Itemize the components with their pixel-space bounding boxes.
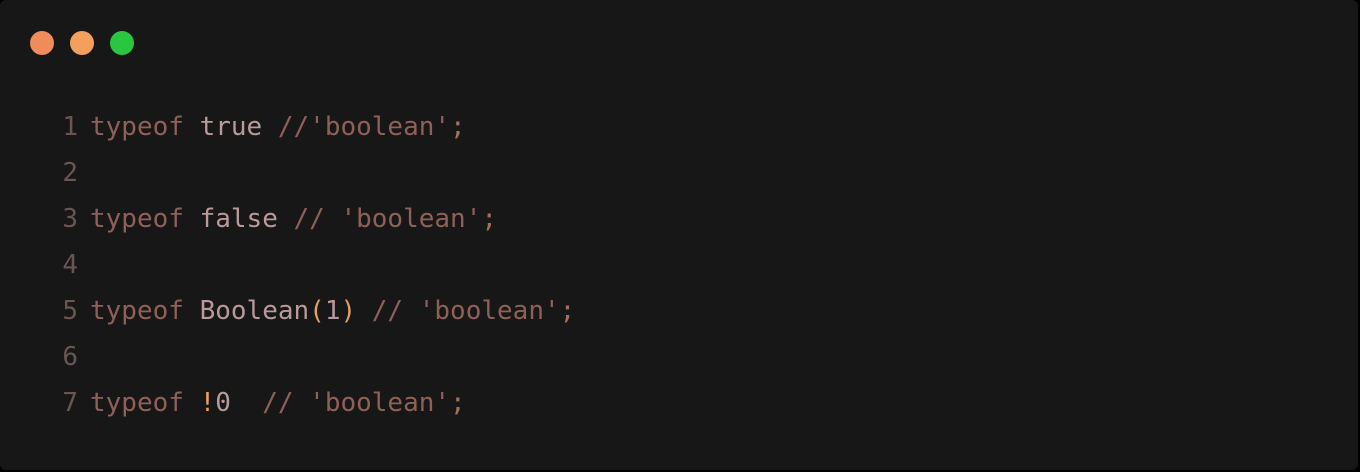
code-token-comment: // 'boolean' (293, 204, 482, 234)
line-number: 1 (62, 112, 78, 142)
code-token-value (231, 380, 262, 426)
code-line: 3 typeof false // 'boolean'; (56, 196, 575, 242)
code-token-paren: ) (340, 296, 357, 326)
maximize-button[interactable] (110, 31, 134, 55)
code-line: 2 (56, 150, 575, 196)
code-token-comment: //'boolean' (277, 112, 451, 142)
window-controls (30, 31, 134, 55)
code-token-value: true (199, 112, 263, 142)
code-window: 1 typeof true //'boolean'; 2 3 typeof false … (0, 0, 1358, 470)
code-token-value (262, 104, 278, 150)
code-token-operator: ! (199, 388, 216, 418)
line-number: 7 (62, 388, 78, 418)
code-token-value (278, 196, 294, 242)
close-button[interactable] (30, 31, 54, 55)
code-line: 6 (56, 334, 575, 380)
code-editor: 1 typeof true //'boolean'; 2 3 typeof false … (56, 104, 575, 426)
code-token-keyword: typeof (90, 296, 184, 326)
line-number: 5 (62, 296, 78, 326)
code-token-punct: ; (450, 388, 466, 418)
code-token-value (184, 380, 200, 426)
code-token-punct: ; (481, 204, 498, 234)
code-token-value (184, 104, 200, 150)
line-number: 2 (62, 158, 78, 188)
code-token-value (184, 196, 200, 242)
code-token-comment: // 'boolean' (262, 388, 451, 418)
line-number: 6 (62, 342, 78, 372)
code-token-number: 0 (215, 388, 231, 418)
line-number: 3 (62, 204, 78, 234)
code-token-value: false (199, 204, 278, 234)
code-line: 1 typeof true //'boolean'; (56, 104, 575, 150)
code-token-value: Boolean (199, 296, 310, 326)
code-token-punct: ; (559, 296, 576, 326)
code-token-value (356, 288, 372, 334)
code-line: 5 typeof Boolean(1) // 'boolean'; (56, 288, 575, 334)
code-token-keyword: typeof (90, 112, 184, 142)
code-line: 7 typeof ! 0 // 'boolean'; (56, 380, 575, 426)
line-number: 4 (62, 250, 78, 280)
minimize-button[interactable] (70, 31, 94, 55)
code-line: 4 (56, 242, 575, 288)
code-token-keyword: typeof (90, 388, 184, 418)
code-token-keyword: typeof (90, 204, 184, 234)
code-token-comment: // 'boolean' (371, 296, 560, 326)
code-token-paren: ( (309, 296, 325, 326)
code-token-punct: ; (450, 112, 466, 142)
code-token-value (184, 288, 200, 334)
code-token-number: 1 (324, 296, 341, 326)
